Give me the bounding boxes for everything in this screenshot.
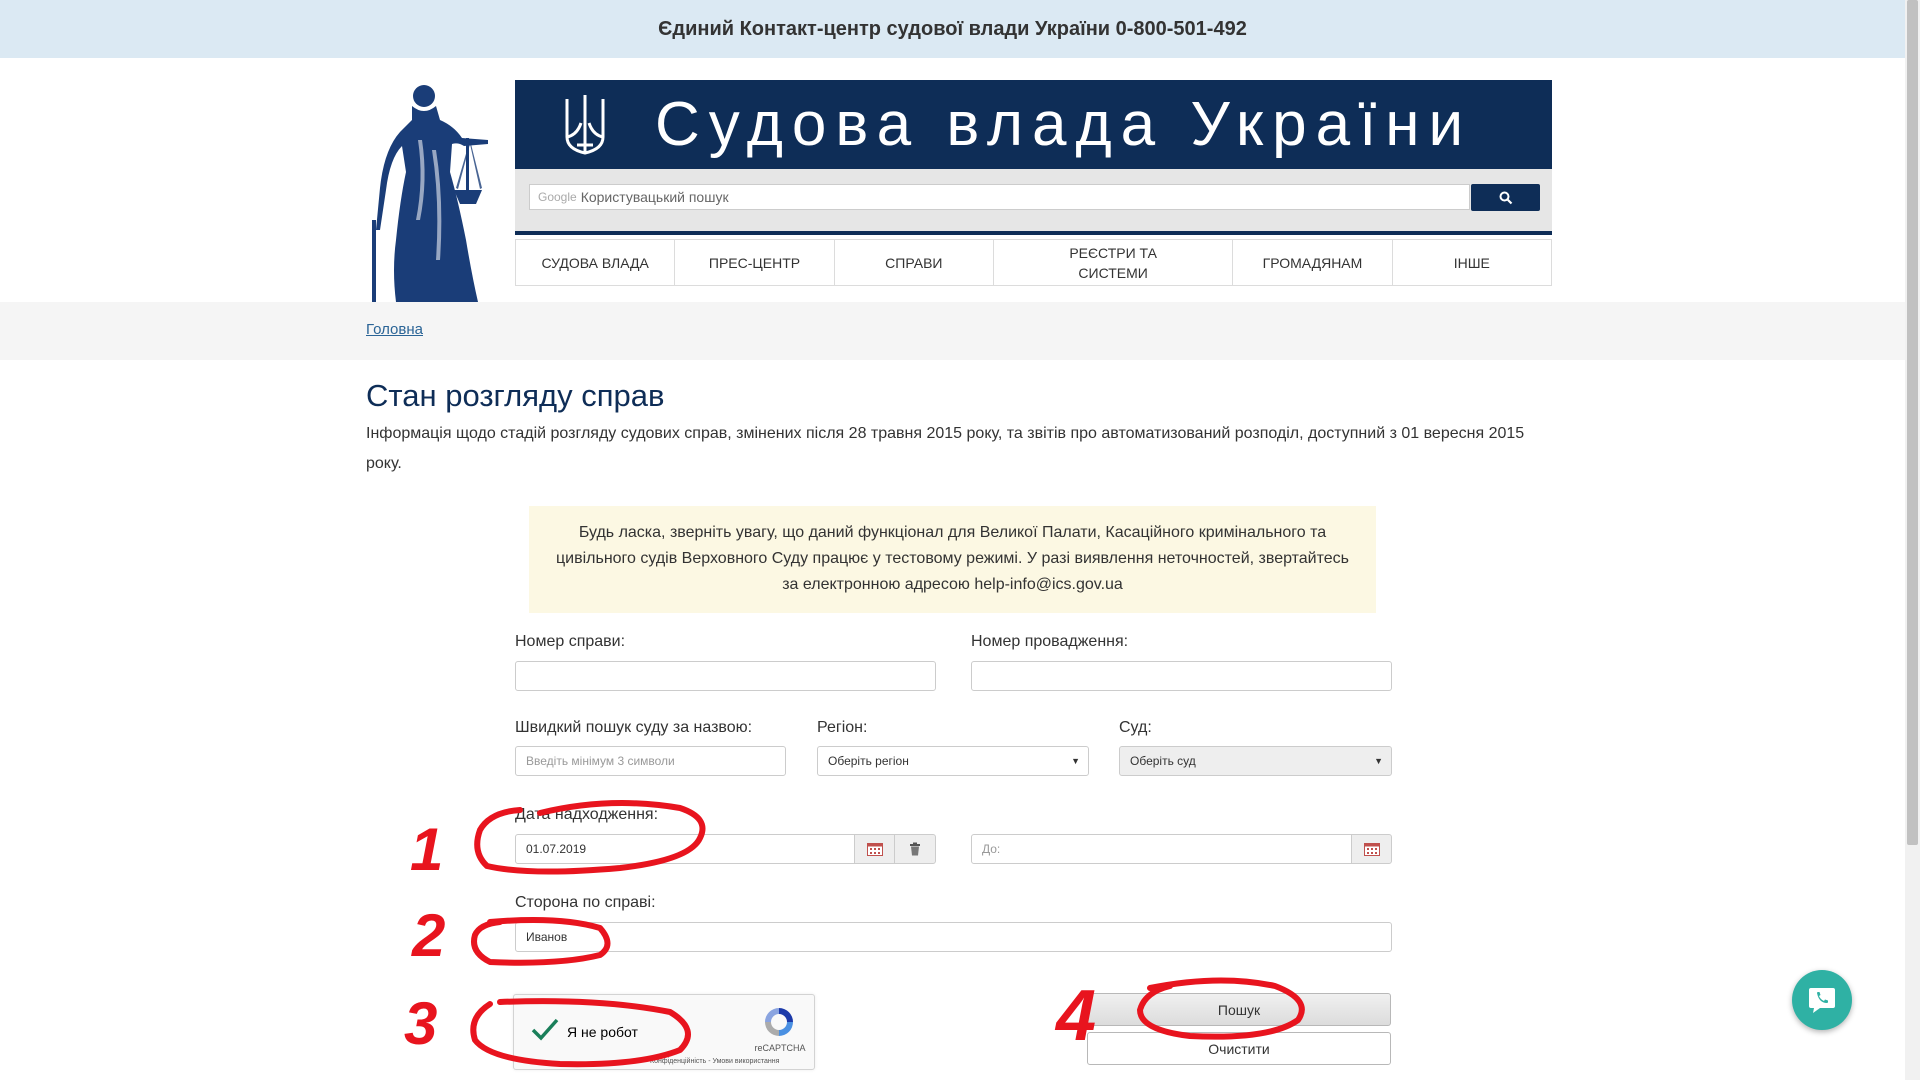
nav-item-cases[interactable]: Справи <box>835 240 994 285</box>
contact-center-bar: Єдиний Контакт-центр судової влади Украї… <box>0 0 1905 58</box>
recaptcha-label: Я не робот <box>567 1024 638 1040</box>
case-number-label: Номер справи: <box>515 633 626 650</box>
test-mode-notice: Будь ласка, зверніть увагу, що даний фун… <box>529 506 1376 613</box>
date-from-input[interactable]: 01.07.2019 <box>515 834 855 864</box>
quick-court-search-label: Швидкий пошук суду за назвою: <box>515 719 753 736</box>
chevron-down-icon: ▼ <box>1374 756 1383 766</box>
notice-line-1: Будь ласка, зверніть увагу, що даний фун… <box>578 524 1327 541</box>
case-number-input[interactable] <box>515 661 936 691</box>
site-banner: Судова влада України <box>515 80 1552 169</box>
proceeding-number-input[interactable] <box>971 661 1392 691</box>
clear-button[interactable]: Очистити <box>1087 1032 1391 1065</box>
nav-item-registries[interactable]: Реєстри та системи <box>994 240 1234 285</box>
recaptcha-logo-icon <box>765 1008 793 1036</box>
chevron-down-icon: ▼ <box>1071 756 1080 766</box>
site-search-bar: Google Користувацький пошук <box>515 169 1552 235</box>
court-label: Суд: <box>1119 719 1152 736</box>
date-to-calendar-button[interactable] <box>1351 834 1392 864</box>
search-button[interactable]: Пошук <box>1087 993 1391 1026</box>
date-from-clear-button[interactable] <box>894 834 936 864</box>
phone-chat-icon <box>1809 988 1835 1013</box>
page-intro: Інформація щодо стадій розгляду судових … <box>366 425 1525 472</box>
trident-emblem-icon <box>565 94 605 155</box>
party-label: Сторона по справі: <box>515 894 656 911</box>
contact-center-text: Єдиний Контакт-центр судової влади Украї… <box>658 17 1247 40</box>
notice-line-2: цивільного судів Верховного Суду працює … <box>555 550 1349 567</box>
site-search-input[interactable]: Google Користувацький пошук <box>529 184 1470 210</box>
date-to-input[interactable]: До: <box>971 834 1352 864</box>
region-label: Регіон: <box>817 719 868 736</box>
recaptcha-brand: reCAPTCHA <box>754 1043 806 1053</box>
search-icon <box>1499 191 1512 204</box>
site-search-button[interactable] <box>1471 184 1540 211</box>
region-select[interactable]: Оберіть регіон ▼ <box>817 746 1089 776</box>
calendar-icon <box>866 843 883 856</box>
region-select-value: Оберіть регіон <box>828 754 909 768</box>
main-navigation: Судова влада Прес-центр Справи Реєстри т… <box>515 239 1552 286</box>
date-from-calendar-button[interactable] <box>854 834 895 864</box>
site-search-placeholder: Користувацький пошук <box>580 189 729 205</box>
nav-item-other[interactable]: Інше <box>1393 240 1551 285</box>
recaptcha-widget[interactable]: Я не робот reCAPTCHA Конфіденційність - … <box>513 994 815 1070</box>
recaptcha-terms-links[interactable]: Конфіденційність - Умови використання <box>650 1058 779 1065</box>
annotation-number-2: 2 <box>411 902 445 969</box>
page-title: Стан розгляду справ <box>366 378 665 413</box>
trash-icon <box>910 842 920 856</box>
court-select[interactable]: Оберіть суд ▼ <box>1119 746 1392 776</box>
scrollbar-thumb[interactable] <box>1907 0 1918 845</box>
google-brand-mark: Google <box>538 190 577 204</box>
calendar-icon <box>1363 843 1380 856</box>
nav-item-judiciary[interactable]: Судова влада <box>516 240 676 285</box>
proceeding-number-label: Номер провадження: <box>971 633 1129 650</box>
quick-court-search-input[interactable]: Введіть мінімум 3 символи <box>515 746 786 776</box>
nav-item-citizens[interactable]: Громадянам <box>1233 240 1393 285</box>
site-title: Судова влада України <box>655 90 1473 159</box>
party-input[interactable]: Иванов <box>515 922 1392 952</box>
themis-logo[interactable] <box>366 80 502 302</box>
court-select-value: Оберіть суд <box>1130 754 1196 768</box>
annotation-number-3: 3 <box>404 990 437 1057</box>
page-scrollbar[interactable] <box>1905 0 1920 1080</box>
notice-line-3: за електронною адресою help-info@ics.gov… <box>782 576 1123 593</box>
contact-chat-button[interactable] <box>1792 970 1852 1030</box>
annotation-number-1: 1 <box>410 816 443 883</box>
nav-item-press-center[interactable]: Прес-центр <box>675 240 835 285</box>
breadcrumb-home-link[interactable]: Головна <box>366 321 423 338</box>
breadcrumb: Головна <box>0 302 1905 360</box>
receipt-date-label: Дата надходження: <box>515 806 659 823</box>
checkmark-icon[interactable] <box>530 1017 560 1043</box>
